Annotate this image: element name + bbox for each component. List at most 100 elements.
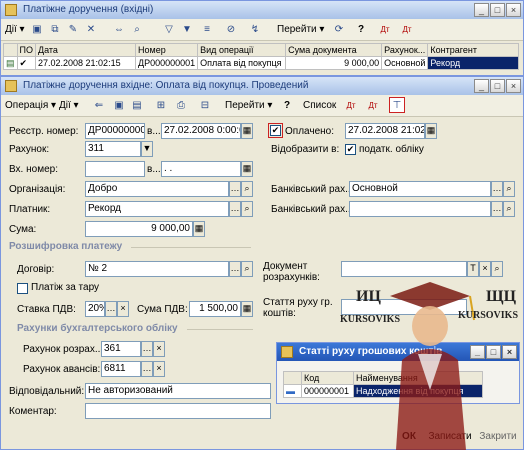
search-icon[interactable]: ⌕: [503, 181, 515, 197]
responsible-field[interactable]: Не авторизований: [85, 383, 271, 399]
org-field[interactable]: Добро: [85, 181, 229, 197]
list-window-titlebar[interactable]: Платіжне доручення (вхідні) _ □ ×: [1, 1, 523, 19]
type-icon[interactable]: T: [467, 261, 479, 277]
in-date-field[interactable]: . .: [161, 161, 241, 177]
calculator-icon[interactable]: ▦: [193, 221, 205, 237]
filter-off-icon[interactable]: ⊘: [223, 22, 239, 38]
add-icon[interactable]: ▣: [29, 22, 45, 38]
search-icon[interactable]: ⌕: [503, 201, 515, 217]
column-header[interactable]: Код: [301, 371, 354, 385]
reg-number-field[interactable]: ДР00000000: [85, 123, 145, 139]
goto-menu[interactable]: Перейти ▾: [277, 21, 324, 39]
maximize-button[interactable]: □: [486, 345, 501, 359]
select-dots-icon[interactable]: …: [491, 181, 503, 197]
arrow-left-icon[interactable]: ⇐: [91, 98, 107, 114]
filter-list-icon[interactable]: ≡: [199, 22, 215, 38]
refresh-icon[interactable]: ⟳: [331, 22, 347, 38]
sync-icon[interactable]: ⇔: [111, 22, 127, 38]
calendar-icon[interactable]: ▦: [241, 123, 253, 139]
select-dots-icon[interactable]: …: [229, 261, 241, 277]
clear-icon[interactable]: ×: [117, 301, 129, 317]
vat-rate-field[interactable]: 20%: [85, 301, 105, 317]
save-button[interactable]: Записати: [427, 429, 473, 445]
list-button[interactable]: Список: [303, 97, 336, 115]
clear-icon[interactable]: ×: [153, 361, 165, 377]
advance-account-field[interactable]: 6811: [101, 361, 141, 377]
search-icon[interactable]: ⌕: [241, 181, 253, 197]
calendar-icon[interactable]: ▦: [241, 161, 253, 177]
bank-account-field[interactable]: Основной: [349, 181, 491, 197]
select-dots-icon[interactable]: …: [141, 341, 153, 357]
vat-sum-field[interactable]: 1 500,00: [189, 301, 241, 317]
settlement-doc-field[interactable]: [341, 261, 467, 277]
minimize-button[interactable]: _: [470, 345, 485, 359]
tax-accounting-checkbox[interactable]: ✔: [345, 144, 356, 155]
document-window-titlebar[interactable]: Платіжне доручення вхідне: Оплата від по…: [1, 77, 523, 95]
help-icon[interactable]: ?: [353, 22, 369, 38]
select-dots-icon[interactable]: …: [229, 201, 241, 217]
close-button[interactable]: ×: [506, 3, 521, 17]
filter-icon[interactable]: ▽: [161, 22, 177, 38]
dt-kt-journal-icon[interactable]: Дт: [365, 98, 381, 114]
dt-kt-journal-icon[interactable]: Дт: [399, 22, 415, 38]
paid-date-field[interactable]: 27.02.2008 21:02: [345, 123, 425, 139]
help-icon[interactable]: ?: [279, 98, 295, 114]
clear-icon[interactable]: ×: [153, 341, 165, 357]
maximize-button[interactable]: □: [490, 79, 505, 93]
actions-menu[interactable]: Дії ▾: [5, 21, 25, 39]
paid-checkbox[interactable]: ✔: [268, 123, 283, 138]
sum-field[interactable]: 9 000,00: [85, 221, 193, 237]
contract-field[interactable]: № 2: [85, 261, 229, 277]
select-dots-icon[interactable]: …: [491, 201, 503, 217]
select-dots-icon[interactable]: …: [141, 361, 153, 377]
calendar-icon[interactable]: ▦: [425, 123, 437, 139]
payer-field[interactable]: Рекорд: [85, 201, 229, 217]
search-icon[interactable]: ⌕: [241, 201, 253, 217]
column-header[interactable]: Номер: [134, 43, 199, 57]
goto-menu[interactable]: Перейти ▾: [225, 97, 272, 115]
column-header[interactable]: Контрагент: [427, 43, 519, 57]
column-header[interactable]: Вид операції: [197, 43, 287, 57]
account-field[interactable]: 311: [85, 141, 141, 157]
edit-icon[interactable]: ✎: [65, 22, 81, 38]
minimize-button[interactable]: _: [474, 3, 489, 17]
chevron-down-icon[interactable]: ▼: [141, 141, 153, 157]
post-icon[interactable]: ↯: [247, 22, 263, 38]
table-row[interactable]: ▬ 000000001 Надходження від покупця: [283, 384, 483, 398]
ok-button[interactable]: ОК: [397, 429, 421, 445]
filter-select-icon[interactable]: ▼: [179, 22, 195, 38]
reg-date-field[interactable]: 27.02.2008 0:00:0: [161, 123, 241, 139]
copy-icon[interactable]: ⧉: [47, 22, 63, 38]
bank-account2-field[interactable]: [349, 201, 491, 217]
search-icon[interactable]: ⌕: [491, 261, 503, 277]
column-header[interactable]: ПО: [16, 43, 37, 57]
popup-titlebar[interactable]: Статті руху грошових коштів _ □ ×: [277, 343, 519, 361]
in-number-field[interactable]: [85, 161, 145, 177]
column-header[interactable]: Найменування: [353, 371, 483, 385]
table-row[interactable]: ▤ ✔ 27.02.2008 21:02:15 ДР000000001 Опла…: [3, 56, 519, 70]
minimize-button[interactable]: _: [474, 79, 489, 93]
calculator-icon[interactable]: ▦: [241, 301, 253, 317]
dt-kt-icon[interactable]: Дт: [343, 98, 359, 114]
comment-field[interactable]: [85, 403, 271, 419]
actions-menu[interactable]: Дії ▾: [59, 97, 79, 115]
save-icon[interactable]: ▤: [129, 98, 145, 114]
column-header[interactable]: Сума документа: [285, 43, 383, 57]
post-close-icon[interactable]: ▣: [111, 98, 127, 114]
select-dots-icon[interactable]: …: [229, 181, 241, 197]
column-header[interactable]: Рахунок...: [381, 43, 429, 57]
settle-account-field[interactable]: 361: [101, 341, 141, 357]
operation-menu[interactable]: Операція ▾: [5, 97, 56, 115]
print-icon[interactable]: ⎙: [173, 98, 189, 114]
close-button[interactable]: ×: [502, 345, 517, 359]
clear-icon[interactable]: ×: [479, 261, 491, 277]
select-dots-icon[interactable]: …: [105, 301, 117, 317]
find-icon[interactable]: ⌕: [129, 22, 145, 38]
fill-icon[interactable]: ⊞: [153, 98, 169, 114]
structure-icon[interactable]: ⊟: [197, 98, 213, 114]
delete-icon[interactable]: ✕: [83, 22, 99, 38]
maximize-button[interactable]: □: [490, 3, 505, 17]
movements-icon[interactable]: ⊤: [389, 97, 405, 113]
close-button[interactable]: ×: [506, 79, 521, 93]
column-header[interactable]: Дата: [35, 43, 136, 57]
